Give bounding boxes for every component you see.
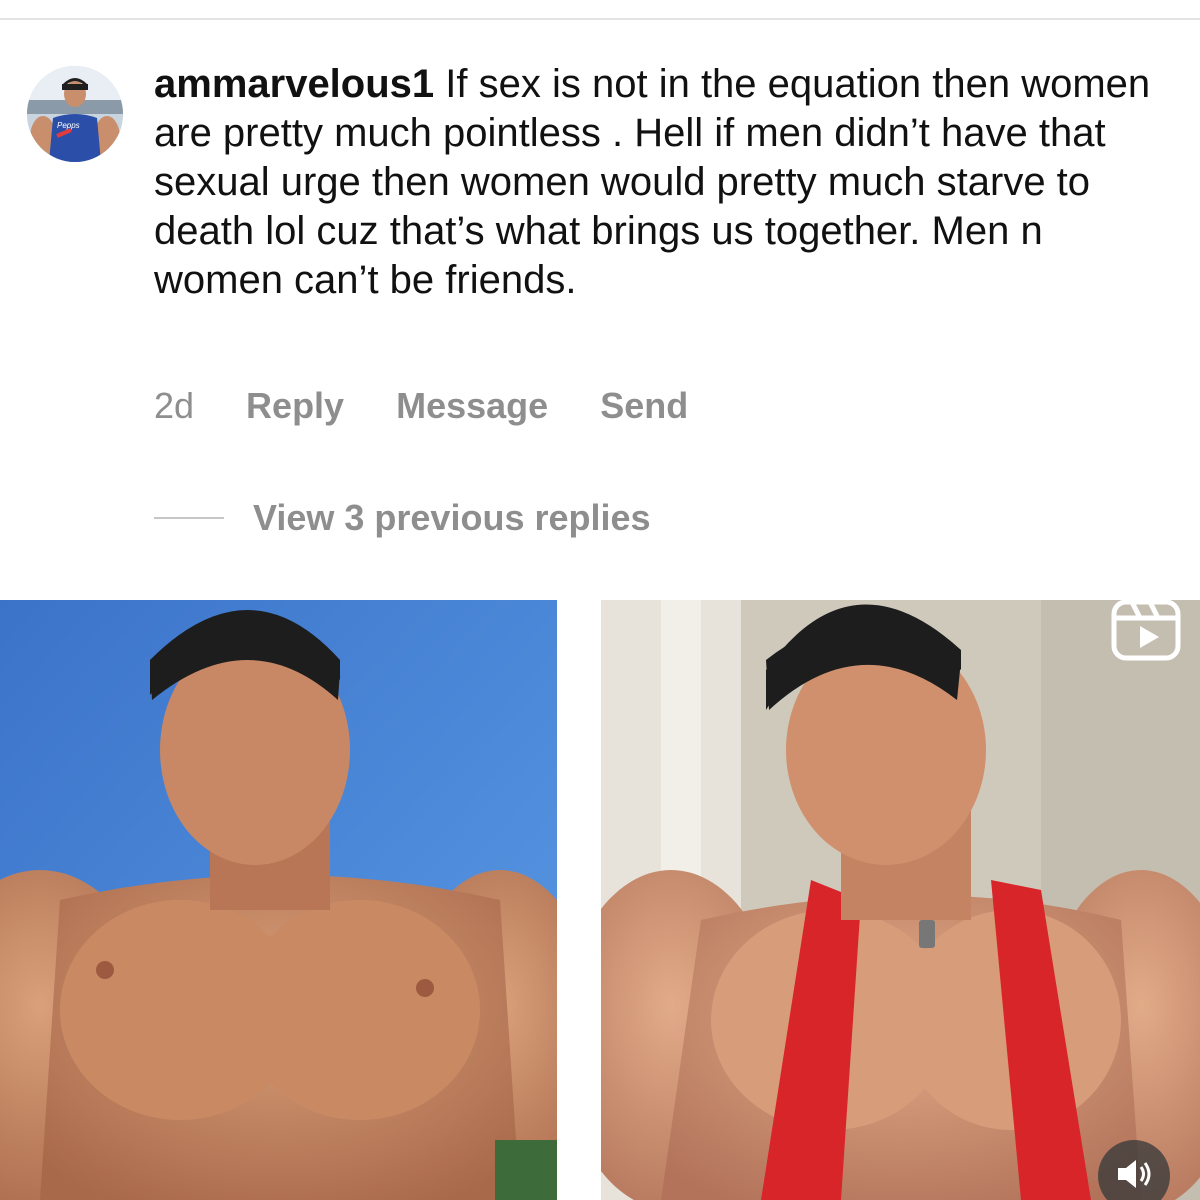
man-red-tank-photo — [601, 600, 1200, 1200]
instagram-comment-screenshot: Pepps ammarvelous1 If sex is not in the … — [0, 0, 1200, 1200]
speaker-icon — [1118, 1160, 1151, 1188]
top-divider — [0, 18, 1200, 20]
left-photo[interactable] — [0, 600, 557, 1200]
message-button[interactable]: Message — [396, 385, 548, 427]
right-photo[interactable] — [601, 600, 1200, 1200]
reply-button[interactable]: Reply — [246, 385, 344, 427]
avatar-image: Pepps — [27, 66, 123, 162]
view-replies-button[interactable]: View 3 previous replies — [154, 496, 651, 540]
comment-timestamp: 2d — [154, 385, 195, 426]
avatar-shirt-text: Pepps — [57, 121, 80, 130]
view-replies-label: View 3 previous replies — [253, 497, 651, 538]
shirtless-man-photo — [0, 600, 557, 1200]
replies-divider — [154, 517, 224, 519]
avatar[interactable]: Pepps — [27, 66, 123, 162]
reels-icon — [1110, 599, 1182, 662]
comment-actions: 2d Reply Message Send — [154, 384, 740, 428]
send-button[interactable]: Send — [600, 385, 688, 427]
comment-username[interactable]: ammarvelous1 — [154, 62, 434, 106]
comment-body: ammarvelous1 If sex is not in the equati… — [154, 60, 1164, 305]
